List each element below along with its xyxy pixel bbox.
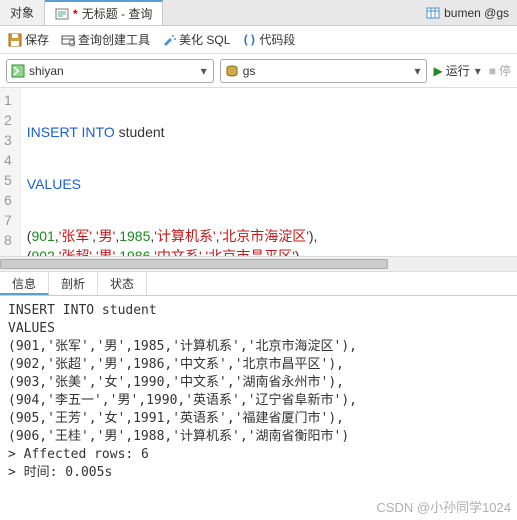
stop-icon: ■ (489, 64, 496, 78)
schema-icon (225, 64, 239, 78)
output-panel[interactable]: INSERT INTO student VALUES (901,'张军','男'… (0, 296, 517, 520)
save-label: 保存 (25, 31, 49, 48)
keyword: INSERT INTO (27, 124, 115, 140)
database-icon (11, 64, 25, 78)
tab-label: 无标题 - 查询 (82, 5, 153, 22)
save-icon (8, 33, 22, 47)
scrollbar-thumb[interactable] (0, 259, 388, 269)
database-value: shiyan (25, 64, 199, 78)
beautify-button[interactable]: 美化 SQL (162, 31, 230, 48)
line-number: 4 (4, 150, 12, 170)
tab-label: 对象 (10, 4, 34, 21)
query-builder-icon (61, 33, 75, 47)
tab-label: bumen @gs (444, 6, 509, 20)
query-builder-label: 查询创建工具 (78, 31, 150, 48)
keyword: VALUES (27, 176, 81, 192)
database-combo[interactable]: shiyan ▾ (6, 59, 214, 83)
chevron-down-icon: ▾ (199, 64, 209, 78)
stop-label: 停 (499, 62, 511, 79)
snippet-icon: () (242, 33, 256, 47)
chevron-down-icon: ▾ (473, 64, 483, 78)
line-gutter: 1 2 3 4 5 6 7 8 (0, 88, 21, 256)
result-tab-status[interactable]: 状态 (98, 272, 147, 295)
toolbar: 保存 查询创建工具 美化 SQL () 代码段 (0, 26, 517, 54)
line-number: 7 (4, 210, 12, 230)
beautify-label: 美化 SQL (179, 31, 230, 48)
line-number: 2 (4, 110, 12, 130)
snippet-button[interactable]: () 代码段 (242, 31, 295, 48)
tab-right[interactable]: bumen @gs (418, 3, 517, 23)
snippet-label: 代码段 (259, 31, 295, 48)
line-number: 3 (4, 130, 12, 150)
schema-value: gs (239, 64, 413, 78)
document-tabs: 对象 * 无标题 - 查询 bumen @gs (0, 0, 517, 26)
line-number: 5 (4, 170, 12, 190)
dirty-indicator: * (73, 7, 78, 21)
connection-bar: shiyan ▾ gs ▾ ▶ 运行 ▾ ■ 停 (0, 54, 517, 88)
sql-editor[interactable]: 1 2 3 4 5 6 7 8 INSERT INTO student VALU… (0, 88, 517, 256)
identifier: student (115, 124, 165, 140)
horizontal-scrollbar[interactable] (0, 256, 517, 272)
tab-query-untitled[interactable]: * 无标题 - 查询 (45, 0, 163, 25)
watermark: CSDN @小孙同学1024 (376, 497, 511, 516)
run-button[interactable]: ▶ 运行 ▾ (433, 62, 482, 79)
query-icon (55, 7, 69, 21)
code-area[interactable]: INSERT INTO student VALUES (901,'张军','男'… (21, 88, 324, 256)
chevron-down-icon: ▾ (412, 64, 422, 78)
result-tab-info[interactable]: 信息 (0, 272, 49, 295)
line-number: 6 (4, 190, 12, 210)
tab-objects[interactable]: 对象 (0, 0, 45, 25)
line-number: 8 (4, 230, 12, 250)
result-tab-profile[interactable]: 剖析 (49, 272, 98, 295)
line-number: 1 (4, 90, 12, 110)
save-button[interactable]: 保存 (8, 31, 49, 48)
stop-button[interactable]: ■ 停 (489, 62, 511, 79)
table-icon (426, 6, 440, 20)
schema-combo[interactable]: gs ▾ (220, 59, 428, 83)
run-label: 运行 (446, 62, 470, 79)
query-builder-button[interactable]: 查询创建工具 (61, 31, 150, 48)
result-tabs: 信息 剖析 状态 (0, 272, 517, 296)
beautify-icon (162, 33, 176, 47)
play-icon: ▶ (433, 64, 442, 78)
